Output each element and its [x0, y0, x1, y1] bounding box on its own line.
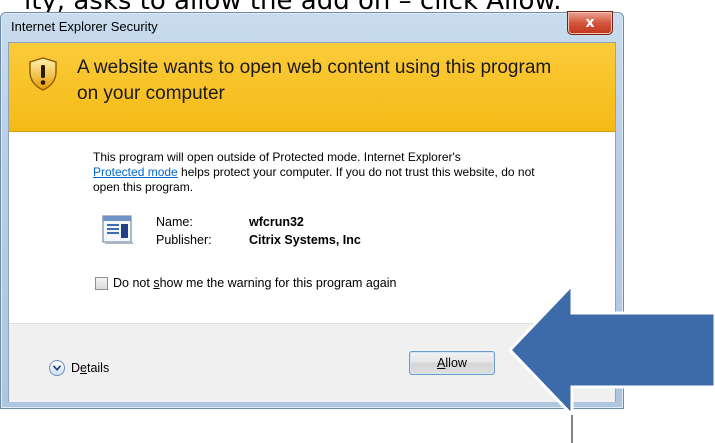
headline: A website wants to open web content usin… — [77, 57, 552, 104]
details-label-start: D — [71, 361, 81, 375]
program-window-icon — [102, 215, 133, 244]
details-label: Details — [71, 361, 109, 375]
details-label-accel: e — [80, 361, 87, 375]
warning-banner: A website wants to open web content usin… — [9, 43, 615, 132]
allow-button[interactable]: Allow — [409, 351, 495, 375]
program-info-labels: Name: Publisher: — [156, 213, 212, 249]
shield-warning-icon — [29, 57, 57, 91]
do-not-show-checkbox[interactable] — [95, 276, 108, 290]
program-name: wfcrun32 — [249, 215, 304, 229]
allow-label-accel: A — [437, 356, 446, 370]
pointing-arrow-icon — [507, 285, 715, 443]
program-info-values: wfcrun32 Citrix Systems, Inc — [249, 213, 361, 249]
publisher-label: Publisher: — [156, 233, 212, 247]
protected-mode-link[interactable]: Protected mode — [93, 165, 178, 179]
checkbox-label-start: Do not — [113, 276, 154, 290]
checkbox-label[interactable]: Do not show me the warning for this prog… — [113, 276, 397, 290]
do-not-show-checkbox-row[interactable]: Do not show me the warning for this prog… — [95, 276, 397, 290]
dialog-title: Internet Explorer Security — [11, 19, 158, 34]
description: This program will open outside of Protec… — [93, 150, 563, 195]
description-text-1: This program will open outside of Protec… — [93, 150, 461, 164]
close-button[interactable]: x — [567, 11, 613, 35]
checkbox-label-end: how me the warning for this program agai… — [159, 276, 397, 290]
allow-label-end: llow — [445, 356, 467, 370]
name-label: Name: — [156, 215, 193, 229]
details-toggle[interactable]: Details — [49, 360, 109, 376]
publisher-name: Citrix Systems, Inc — [249, 233, 361, 247]
chevron-down-icon — [49, 360, 65, 376]
close-icon: x — [585, 15, 595, 31]
title-bar: Internet Explorer Security x — [1, 11, 623, 41]
details-label-end: tails — [86, 361, 110, 375]
